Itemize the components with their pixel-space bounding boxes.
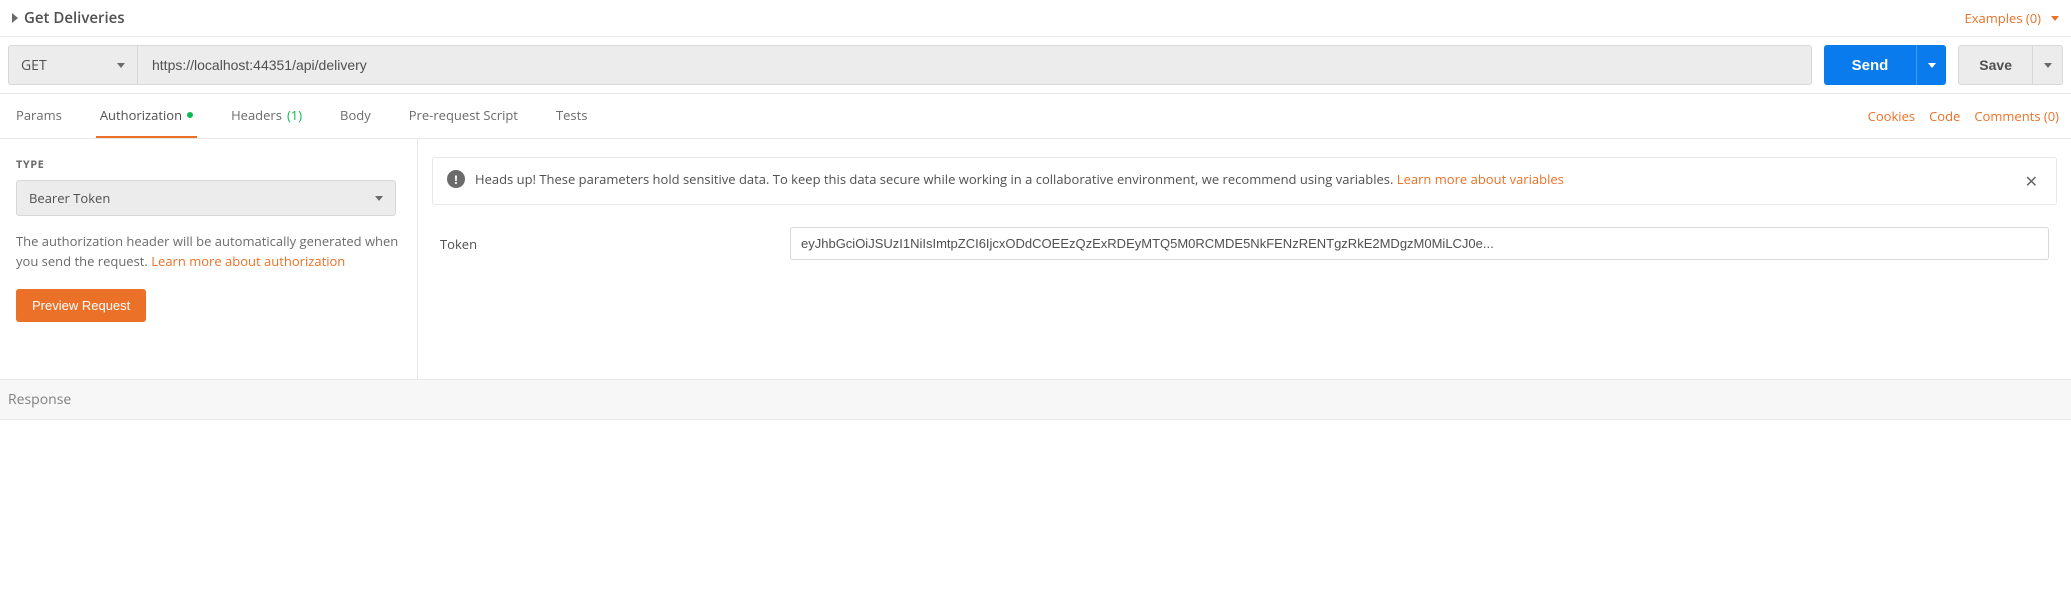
send-dropdown[interactable] <box>1916 45 1946 85</box>
tab-body[interactable]: Body <box>336 94 375 138</box>
save-button[interactable]: Save <box>1958 45 2033 85</box>
http-method-select[interactable]: GET <box>8 45 138 85</box>
close-notice-button[interactable]: ✕ <box>2021 170 2042 192</box>
chevron-down-icon <box>117 63 125 68</box>
tab-authorization[interactable]: Authorization <box>96 94 197 138</box>
auth-type-select[interactable]: Bearer Token <box>16 180 396 216</box>
response-section-header: Response <box>0 379 2071 420</box>
tab-prerequest[interactable]: Pre-request Script <box>405 94 522 138</box>
auth-type-label: TYPE <box>16 157 401 172</box>
response-label: Response <box>8 390 71 409</box>
chevron-down-icon <box>1928 63 1936 68</box>
tab-headers[interactable]: Headers (1) <box>227 94 306 138</box>
auth-type-value: Bearer Token <box>29 189 110 207</box>
sensitive-data-notice: ! Heads up! These parameters hold sensit… <box>432 157 2057 205</box>
request-name: Get Deliveries <box>24 8 125 28</box>
learn-authorization-link[interactable]: Learn more about authorization <box>151 252 345 270</box>
chevron-down-icon <box>375 196 383 201</box>
token-label: Token <box>440 235 770 253</box>
info-icon: ! <box>447 170 465 188</box>
tab-params[interactable]: Params <box>12 94 66 138</box>
http-method-value: GET <box>21 56 47 75</box>
preview-request-button[interactable]: Preview Request <box>16 289 146 322</box>
learn-variables-link[interactable]: Learn more about variables <box>1397 170 1564 188</box>
auth-description: The authorization header will be automat… <box>16 232 401 271</box>
examples-dropdown[interactable]: Examples (0) <box>1965 9 2060 27</box>
expand-icon[interactable] <box>12 13 18 23</box>
comments-link[interactable]: Comments (0) <box>1974 107 2059 125</box>
chevron-down-icon <box>2044 63 2052 68</box>
code-link[interactable]: Code <box>1929 107 1960 125</box>
send-button[interactable]: Send <box>1824 45 1917 85</box>
cookies-link[interactable]: Cookies <box>1868 107 1915 125</box>
modified-indicator-icon <box>187 112 193 118</box>
tab-tests[interactable]: Tests <box>552 94 591 138</box>
examples-label: Examples (0) <box>1965 9 2042 27</box>
headers-count: (1) <box>287 106 302 124</box>
chevron-down-icon <box>2051 16 2059 21</box>
save-dropdown[interactable] <box>2033 45 2063 85</box>
url-input[interactable] <box>138 45 1812 85</box>
token-input[interactable] <box>790 227 2049 260</box>
